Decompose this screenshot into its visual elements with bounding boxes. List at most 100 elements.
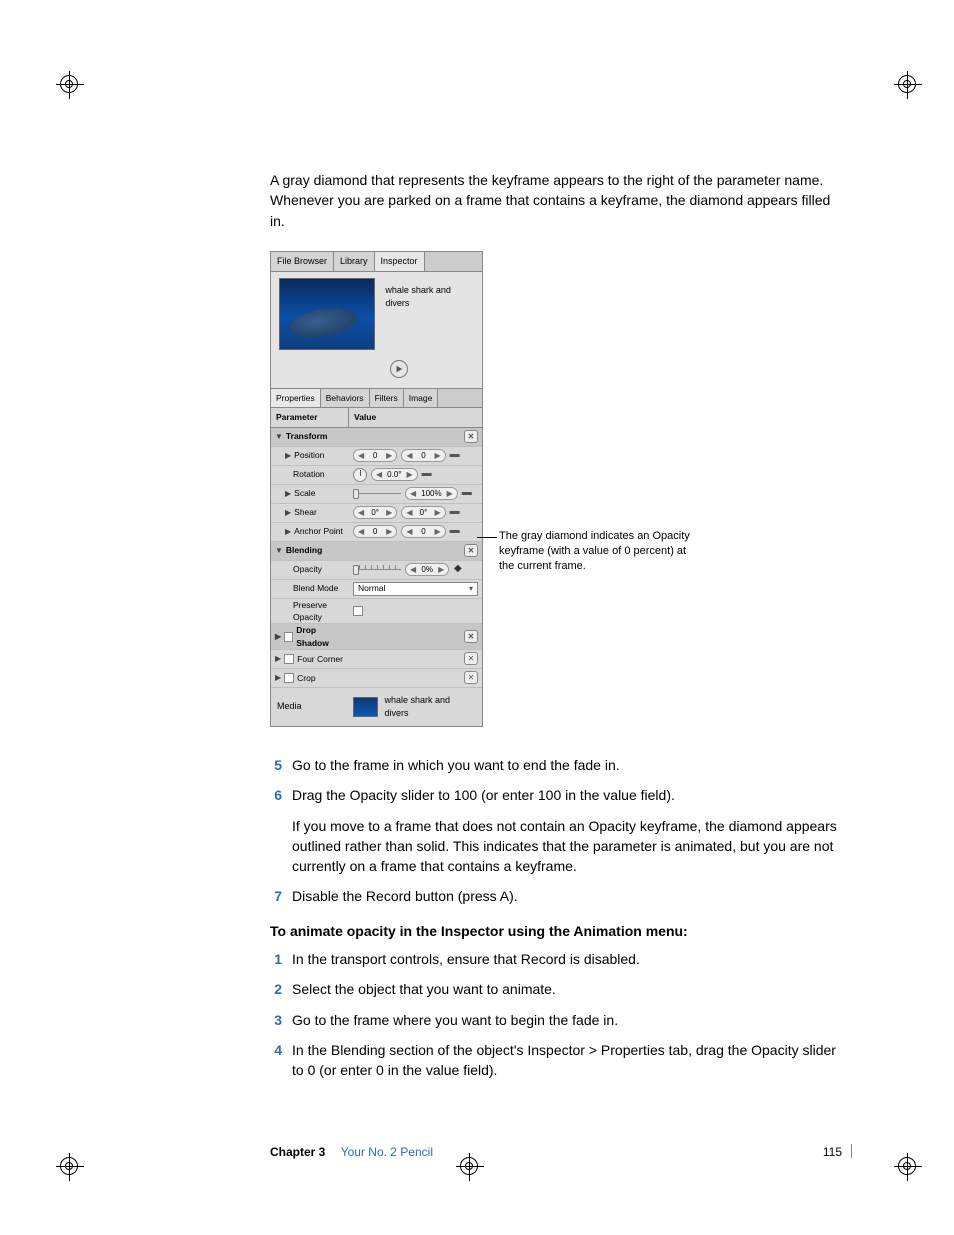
step-text: Go to the frame where you want to begin … [292, 1010, 840, 1030]
step-text: In the transport controls, ensure that R… [292, 949, 840, 969]
shear-y-stepper[interactable]: ◀0°▶ [401, 506, 445, 519]
param-anchor: Anchor Point [294, 525, 343, 537]
section-drop-shadow: Drop Shadow [296, 624, 345, 649]
anchor-y-stepper[interactable]: ◀0▶ [401, 525, 445, 538]
section-blending: Blending [286, 544, 322, 556]
top-tabs: File Browser Library Inspector [271, 252, 482, 272]
step-number: 1 [270, 949, 292, 969]
disclosure-triangle-icon[interactable]: ▶ [285, 488, 291, 500]
step-text: Go to the frame in which you want to end… [292, 755, 840, 775]
page-number: 115 [823, 1145, 842, 1159]
disclosure-triangle-icon[interactable]: ▼ [275, 545, 283, 557]
disclosure-triangle-icon[interactable]: ▼ [275, 431, 283, 443]
tab-file-browser[interactable]: File Browser [271, 252, 334, 271]
step-item: 6Drag the Opacity slider to 100 (or ente… [270, 785, 840, 876]
drop-shadow-checkbox[interactable] [284, 632, 293, 642]
scale-stepper[interactable]: ◀100%▶ [405, 487, 458, 500]
keyframe-icon[interactable]: ▬ [422, 467, 431, 482]
param-opacity: Opacity [293, 563, 322, 575]
play-button[interactable] [390, 360, 408, 378]
param-shear: Shear [294, 506, 317, 518]
step-note: If you move to a frame that does not con… [292, 816, 840, 877]
disclosure-triangle-icon[interactable]: ▶ [285, 526, 291, 538]
subtab-image[interactable]: Image [404, 389, 439, 407]
subtab-filters[interactable]: Filters [370, 389, 404, 407]
clip-name: whale shark and divers [385, 278, 474, 310]
preserve-opacity-checkbox[interactable] [353, 606, 363, 616]
inspector-panel: File Browser Library Inspector whale sha… [270, 251, 483, 727]
callout-text: The gray diamond indicates an Opacity ke… [499, 529, 699, 574]
param-preserve-opacity: Preserve Opacity [293, 599, 345, 624]
step-number: 5 [270, 755, 292, 775]
intro-paragraph: A gray diamond that represents the keyfr… [270, 170, 840, 231]
anchor-x-stepper[interactable]: ◀0▶ [353, 525, 397, 538]
param-rotation: Rotation [293, 468, 325, 480]
rotation-dial[interactable] [353, 468, 367, 482]
step-item: 5Go to the frame in which you want to en… [270, 755, 840, 775]
registration-mark [60, 1157, 78, 1175]
chapter-title: Your No. 2 Pencil [341, 1145, 433, 1159]
reset-button[interactable]: ✕ [464, 630, 478, 643]
step-text: In the Blending section of the object's … [292, 1040, 840, 1081]
disclosure-triangle-icon[interactable]: ▶ [275, 631, 281, 643]
step-number: 3 [270, 1010, 292, 1030]
sub-tabs: Properties Behaviors Filters Image [271, 388, 482, 408]
keyframe-diamond-icon[interactable]: ◆ [453, 562, 462, 577]
disclosure-triangle-icon[interactable]: ▶ [285, 450, 291, 462]
tab-library[interactable]: Library [334, 252, 375, 271]
step-number: 7 [270, 886, 292, 906]
disclosure-triangle-icon[interactable]: ▶ [275, 672, 281, 684]
subtab-properties[interactable]: Properties [271, 389, 321, 407]
position-y-stepper[interactable]: ◀0▶ [401, 449, 445, 462]
registration-mark [60, 75, 78, 93]
chapter-label: Chapter 3 [270, 1145, 325, 1159]
preview-thumbnail [279, 278, 375, 350]
reset-button[interactable]: ✕ [464, 652, 478, 665]
media-label: Media [277, 700, 347, 713]
crop-checkbox[interactable] [284, 673, 294, 683]
step-text: Select the object that you want to anima… [292, 979, 840, 999]
param-scale: Scale [294, 487, 315, 499]
registration-mark [898, 75, 916, 93]
keyframe-icon[interactable]: ▬ [450, 505, 459, 520]
param-blend-mode: Blend Mode [293, 582, 338, 594]
rotation-stepper[interactable]: ◀0.0°▶ [371, 468, 418, 481]
opacity-slider[interactable] [353, 565, 401, 575]
section-crop: Crop [297, 672, 315, 684]
step-text: Disable the Record button (press A). [292, 886, 840, 906]
col-parameter: Parameter [271, 408, 349, 426]
col-value: Value [349, 408, 482, 426]
disclosure-triangle-icon[interactable]: ▶ [275, 653, 281, 665]
step-item: 3Go to the frame where you want to begin… [270, 1010, 840, 1030]
step-item: 4In the Blending section of the object's… [270, 1040, 840, 1081]
media-thumbnail [353, 697, 379, 717]
param-position: Position [294, 449, 324, 461]
scale-slider[interactable] [353, 489, 401, 499]
shear-x-stepper[interactable]: ◀0°▶ [353, 506, 397, 519]
section-four-corner: Four Corner [297, 653, 343, 665]
four-corner-checkbox[interactable] [284, 654, 294, 664]
reset-button[interactable]: ✕ [464, 544, 478, 557]
registration-mark [898, 1157, 916, 1175]
step-number: 2 [270, 979, 292, 999]
keyframe-icon[interactable]: ▬ [462, 486, 471, 501]
keyframe-icon[interactable]: ▬ [450, 448, 459, 463]
step-number: 4 [270, 1040, 292, 1081]
disclosure-triangle-icon[interactable]: ▶ [285, 507, 291, 519]
blend-mode-select[interactable]: Normal▾ [353, 582, 478, 596]
reset-button[interactable]: ✕ [464, 671, 478, 684]
keyframe-icon[interactable]: ▬ [450, 524, 459, 539]
media-name: whale shark and divers [384, 694, 476, 720]
subtab-behaviors[interactable]: Behaviors [321, 389, 370, 407]
reset-button[interactable]: ✕ [464, 430, 478, 443]
section-transform: Transform [286, 430, 328, 442]
step-number: 6 [270, 785, 292, 876]
step-text: Drag the Opacity slider to 100 (or enter… [292, 785, 840, 876]
tab-inspector[interactable]: Inspector [375, 252, 425, 271]
step-item: 7Disable the Record button (press A). [270, 886, 840, 906]
page-footer: Chapter 3 Your No. 2 Pencil 115 [270, 1144, 842, 1161]
callout-leader-line [477, 537, 497, 538]
step-item: 2Select the object that you want to anim… [270, 979, 840, 999]
position-x-stepper[interactable]: ◀0▶ [353, 449, 397, 462]
opacity-stepper[interactable]: ◀0%▶ [405, 563, 449, 576]
